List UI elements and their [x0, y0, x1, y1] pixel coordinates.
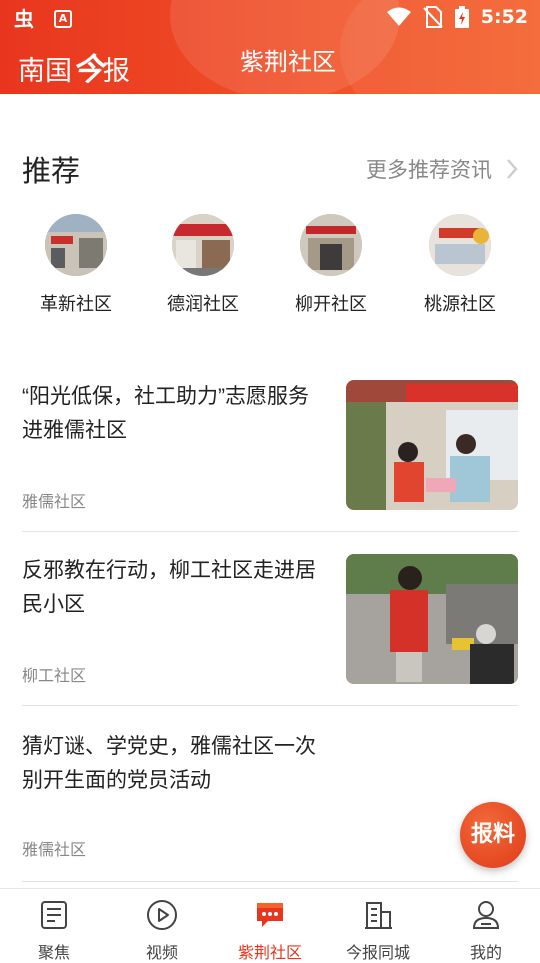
recommend-heading: 推荐: [22, 156, 81, 188]
tab-focus[interactable]: 聚焦: [0, 897, 108, 963]
page-title: 紫荆社区: [240, 49, 336, 76]
tab-city[interactable]: 今报同城: [324, 897, 432, 963]
news-source: 雅儒社区: [22, 492, 87, 511]
community-label: 桃源社区: [424, 294, 496, 315]
community-avatar: [300, 214, 362, 276]
tab-video[interactable]: 视频: [108, 897, 216, 963]
news-thumbnail: [346, 554, 518, 684]
news-item[interactable]: 猜灯谜、学党史，雅儒社区一次别开生面的党员活动 雅儒社区: [22, 730, 518, 882]
community-avatar: [45, 214, 107, 276]
news-title: 猜灯谜、学党史，雅儒社区一次别开生面的党员活动: [22, 735, 316, 792]
news-title: 反邪教在行动，柳工社区走进居民小区: [22, 559, 316, 616]
news-source: 柳工社区: [22, 666, 87, 685]
building-icon: [365, 902, 392, 929]
app-header: 虫 A 5:52 南国今报 紫荆社区: [0, 0, 540, 94]
battery-icon: [454, 6, 469, 28]
community-item[interactable]: 桃源社区: [405, 214, 515, 316]
no-sim-icon: [423, 6, 443, 28]
news-item[interactable]: “阳光低保，社工助力”志愿服务进雅儒社区 雅儒社区: [22, 380, 518, 532]
news-source: 雅儒社区: [22, 840, 87, 859]
community-list: 革新社区 德润社区 柳开社区 桃源社区: [0, 214, 540, 324]
wifi-icon: [386, 7, 411, 26]
community-label: 德润社区: [167, 294, 239, 315]
user-icon: [472, 901, 500, 929]
community-avatar: [429, 214, 491, 276]
tab-label: 聚焦: [37, 943, 70, 962]
play-icon: [147, 900, 177, 930]
more-recommend-link[interactable]: 更多推荐资讯: [366, 154, 518, 184]
status-time: 5:52: [480, 6, 528, 28]
report-fab-button[interactable]: 报料: [460, 802, 526, 868]
news-icon: [41, 901, 67, 929]
app-notification-icon: 虫: [14, 7, 34, 31]
app-a-icon: A: [54, 10, 72, 28]
community-label: 柳开社区: [295, 294, 367, 315]
community-item[interactable]: 柳开社区: [276, 214, 386, 316]
news-thumbnail: [346, 380, 518, 510]
chevron-right-icon: [507, 159, 518, 179]
tab-label: 视频: [145, 943, 178, 962]
tab-label: 紫荆社区: [237, 943, 302, 962]
community-label: 革新社区: [40, 294, 112, 315]
news-item[interactable]: 反邪教在行动，柳工社区走进居民小区 柳工社区: [22, 554, 518, 706]
tab-label: 我的: [469, 943, 502, 962]
tab-community[interactable]: 紫荆社区: [216, 897, 324, 963]
recommend-section-header: 推荐 更多推荐资讯: [22, 148, 518, 188]
tab-mine[interactable]: 我的: [432, 897, 540, 963]
chat-icon: [257, 903, 283, 927]
community-avatar: [172, 214, 234, 276]
community-item[interactable]: 革新社区: [21, 214, 131, 316]
news-title: “阳光低保，社工助力”志愿服务进雅儒社区: [22, 385, 309, 442]
status-bar: 虫 A 5:52: [0, 0, 540, 38]
more-recommend-label: 更多推荐资讯: [366, 158, 492, 182]
tab-label: 今报同城: [345, 943, 410, 962]
community-item[interactable]: 德润社区: [148, 214, 258, 316]
bottom-tab-bar: 聚焦 视频 紫荆社区 今报同城 我的: [0, 888, 540, 963]
